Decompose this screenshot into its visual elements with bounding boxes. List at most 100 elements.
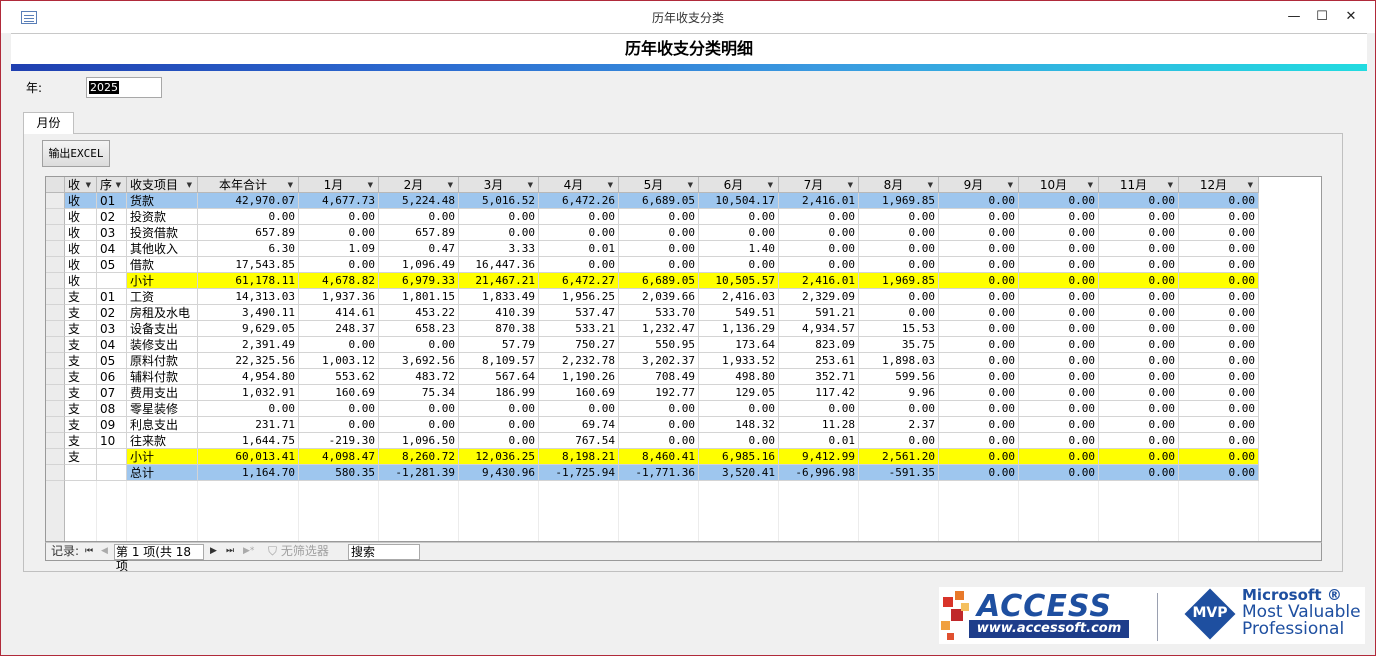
cell-m1[interactable]: -219.30: [299, 433, 379, 449]
cell-m5[interactable]: -1,771.36: [619, 465, 699, 481]
cell-m10[interactable]: 0.00: [1019, 305, 1099, 321]
cell-m1[interactable]: 0.00: [299, 337, 379, 353]
cell-m5[interactable]: 533.70: [619, 305, 699, 321]
cell-m9[interactable]: 0.00: [939, 193, 1019, 209]
filter-dropdown-icon[interactable]: ▼: [1168, 177, 1173, 192]
cell-m4[interactable]: 1,190.26: [539, 369, 619, 385]
cell-m8[interactable]: 0.00: [859, 289, 939, 305]
filter-dropdown-icon[interactable]: ▼: [187, 177, 192, 192]
cell-m8[interactable]: 1,969.85: [859, 273, 939, 289]
cell-m9[interactable]: 0.00: [939, 417, 1019, 433]
cell-m9[interactable]: 0.00: [939, 449, 1019, 465]
cell-m3[interactable]: 0.00: [459, 401, 539, 417]
cell-year-total[interactable]: 6.30: [198, 241, 299, 257]
cell-type[interactable]: 支: [65, 385, 97, 401]
cell-m1[interactable]: 248.37: [299, 321, 379, 337]
cell-m12[interactable]: 0.00: [1179, 273, 1259, 289]
cell-year-total[interactable]: 231.71: [198, 417, 299, 433]
cell-m6[interactable]: 10,505.57: [699, 273, 779, 289]
cell-m6[interactable]: 173.64: [699, 337, 779, 353]
cell-year-total[interactable]: 1,032.91: [198, 385, 299, 401]
record-selector[interactable]: [46, 177, 65, 193]
cell-seq[interactable]: 07: [97, 385, 127, 401]
cell-item[interactable]: 辅料付款: [127, 369, 198, 385]
column-header-row[interactable]: 收 ▼ 序 ▼ 收支项目 ▼ 本年合计 ▼ 1月 ▼ 2月 ▼ 3月 ▼ 4月 ▼ 5月 ▼ 6月 ▼ 7月 ▼ 8月 ▼ 9月…: [46, 177, 1321, 193]
filter-dropdown-icon[interactable]: ▼: [1008, 177, 1013, 192]
cell-m9[interactable]: 0.00: [939, 321, 1019, 337]
cell-m5[interactable]: 2,039.66: [619, 289, 699, 305]
cell-m7[interactable]: 0.01: [779, 433, 859, 449]
record-selector[interactable]: [46, 449, 65, 465]
cell-item[interactable]: 小计: [127, 273, 198, 289]
cell-m3[interactable]: 870.38: [459, 321, 539, 337]
cell-m4[interactable]: 6,472.26: [539, 193, 619, 209]
cell-type[interactable]: 收: [65, 257, 97, 273]
table-row[interactable]: 支 09 利息支出 231.71 0.00 0.00 0.00 69.74 0.00 148.32…: [46, 417, 1321, 433]
column-header-year-total[interactable]: 本年合计 ▼: [198, 177, 299, 193]
cell-m3[interactable]: 1,833.49: [459, 289, 539, 305]
cell-m6[interactable]: 1.40: [699, 241, 779, 257]
cell-m5[interactable]: 0.00: [619, 257, 699, 273]
cell-type[interactable]: 收: [65, 209, 97, 225]
cell-m7[interactable]: 0.00: [779, 225, 859, 241]
no-filter-indicator[interactable]: ⛉ 无筛选器: [268, 543, 329, 560]
cell-m2[interactable]: 75.34: [379, 385, 459, 401]
table-row[interactable]: 收 01 货款 42,970.07 4,677.73 5,224.48 5,016.52 6,…: [46, 193, 1321, 209]
cell-m5[interactable]: 8,460.41: [619, 449, 699, 465]
cell-year-total[interactable]: 0.00: [198, 209, 299, 225]
cell-m4[interactable]: 537.47: [539, 305, 619, 321]
cell-m12[interactable]: 0.00: [1179, 369, 1259, 385]
cell-m8[interactable]: 0.00: [859, 257, 939, 273]
cell-m7[interactable]: 9,412.99: [779, 449, 859, 465]
cell-m7[interactable]: 823.09: [779, 337, 859, 353]
cell-m4[interactable]: 1,956.25: [539, 289, 619, 305]
cell-m2[interactable]: 3,692.56: [379, 353, 459, 369]
cell-type[interactable]: 收: [65, 241, 97, 257]
filter-dropdown-icon[interactable]: ▼: [86, 177, 91, 192]
cell-m9[interactable]: 0.00: [939, 433, 1019, 449]
cell-m8[interactable]: 0.00: [859, 225, 939, 241]
cell-m4[interactable]: 0.00: [539, 257, 619, 273]
cell-m2[interactable]: -1,281.39: [379, 465, 459, 481]
cell-m8[interactable]: -591.35: [859, 465, 939, 481]
column-header-m12[interactable]: 12月 ▼: [1179, 177, 1259, 193]
cell-type[interactable]: 支: [65, 449, 97, 465]
cell-m5[interactable]: 708.49: [619, 369, 699, 385]
record-selector[interactable]: [46, 465, 65, 481]
cell-seq[interactable]: 03: [97, 225, 127, 241]
cell-item[interactable]: 投资款: [127, 209, 198, 225]
cell-m9[interactable]: 0.00: [939, 353, 1019, 369]
cell-m3[interactable]: 0.00: [459, 433, 539, 449]
cell-seq[interactable]: 02: [97, 209, 127, 225]
cell-seq[interactable]: 09: [97, 417, 127, 433]
column-header-m1[interactable]: 1月 ▼: [299, 177, 379, 193]
cell-m9[interactable]: 0.00: [939, 401, 1019, 417]
cell-m11[interactable]: 0.00: [1099, 241, 1179, 257]
cell-m7[interactable]: -6,996.98: [779, 465, 859, 481]
cell-m4[interactable]: 0.01: [539, 241, 619, 257]
cell-m5[interactable]: 0.00: [619, 241, 699, 257]
cell-m5[interactable]: 192.77: [619, 385, 699, 401]
column-header-type[interactable]: 收 ▼: [65, 177, 97, 193]
record-selector[interactable]: [46, 193, 65, 209]
cell-m9[interactable]: 0.00: [939, 385, 1019, 401]
cell-m7[interactable]: 117.42: [779, 385, 859, 401]
cell-m8[interactable]: 9.96: [859, 385, 939, 401]
cell-m7[interactable]: 0.00: [779, 257, 859, 273]
cell-m4[interactable]: 0.00: [539, 209, 619, 225]
filter-dropdown-icon[interactable]: ▼: [768, 177, 773, 192]
column-header-m3[interactable]: 3月 ▼: [459, 177, 539, 193]
cell-m8[interactable]: 1,898.03: [859, 353, 939, 369]
filter-dropdown-icon[interactable]: ▼: [528, 177, 533, 192]
cell-m1[interactable]: 0.00: [299, 417, 379, 433]
cell-year-total[interactable]: 4,954.80: [198, 369, 299, 385]
cell-m1[interactable]: 414.61: [299, 305, 379, 321]
export-excel-button[interactable]: 输出EXCEL: [42, 140, 110, 167]
cell-m7[interactable]: 4,934.57: [779, 321, 859, 337]
cell-type[interactable]: 支: [65, 369, 97, 385]
cell-m7[interactable]: 591.21: [779, 305, 859, 321]
cell-year-total[interactable]: 42,970.07: [198, 193, 299, 209]
cell-type[interactable]: 支: [65, 417, 97, 433]
subtotal-row[interactable]: 支 小计 60,013.41 4,098.47 8,260.72 12,036.25 8,1…: [46, 449, 1321, 465]
cell-seq[interactable]: 03: [97, 321, 127, 337]
